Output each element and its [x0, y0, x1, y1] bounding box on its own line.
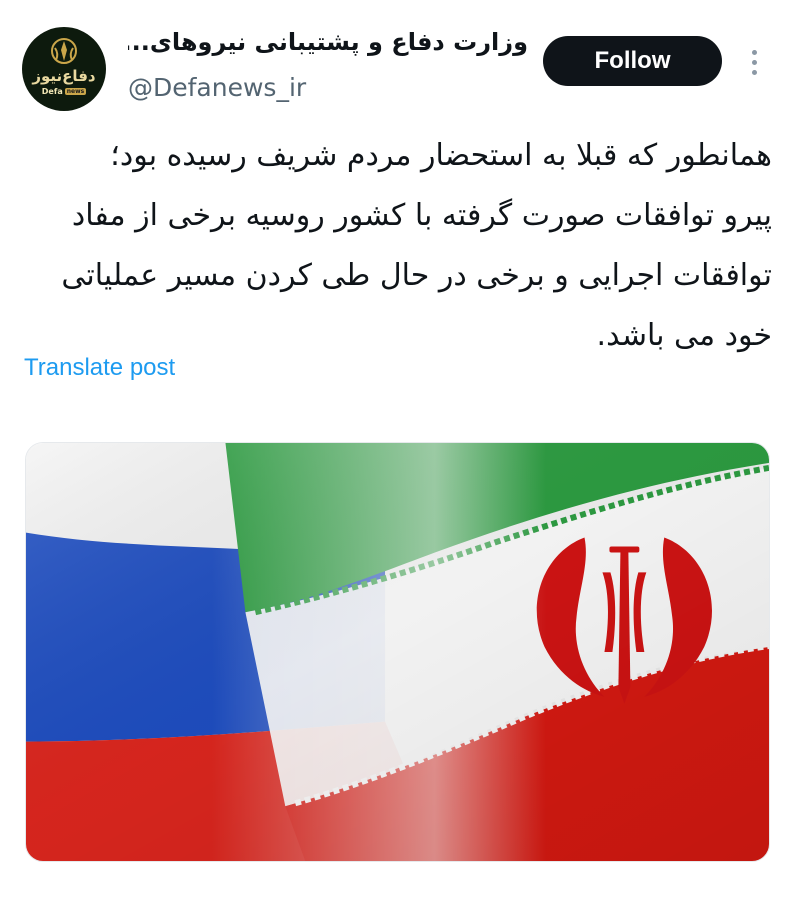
post-text-line: توافقات اجرایی و برخی در حال طی کردن مسی…: [61, 258, 772, 293]
translate-post-link[interactable]: Translate post: [24, 354, 175, 382]
avatar-logo-sub: Defa news: [41, 87, 87, 96]
post-text: همانطور که قبلا به استحضار مردم شریف رسی…: [24, 126, 772, 366]
avatar-logo-text: دفاع‌نیوز: [32, 67, 96, 85]
flags-image: [26, 443, 769, 861]
follow-button[interactable]: Follow: [543, 36, 722, 86]
post-text-line: پیرو توافقات صورت گرفته با کشور روسیه بر…: [71, 198, 772, 233]
avatar-logo-sub-left: Defa: [41, 87, 63, 96]
avatar-logo-sub-right: news: [64, 88, 87, 95]
author-handle[interactable]: @Defanews_ir: [128, 73, 306, 102]
post-image[interactable]: [25, 442, 770, 862]
emblem-icon: [51, 38, 77, 64]
post-text-line: همانطور که قبلا به استحضار مردم شریف رسی…: [110, 138, 772, 173]
vertical-dots-icon[interactable]: [744, 42, 764, 82]
avatar[interactable]: دفاع‌نیوز Defa news: [22, 27, 106, 111]
author-display-name[interactable]: وزارت دفاع و پشتیبانی نیروهای...: [128, 28, 528, 56]
